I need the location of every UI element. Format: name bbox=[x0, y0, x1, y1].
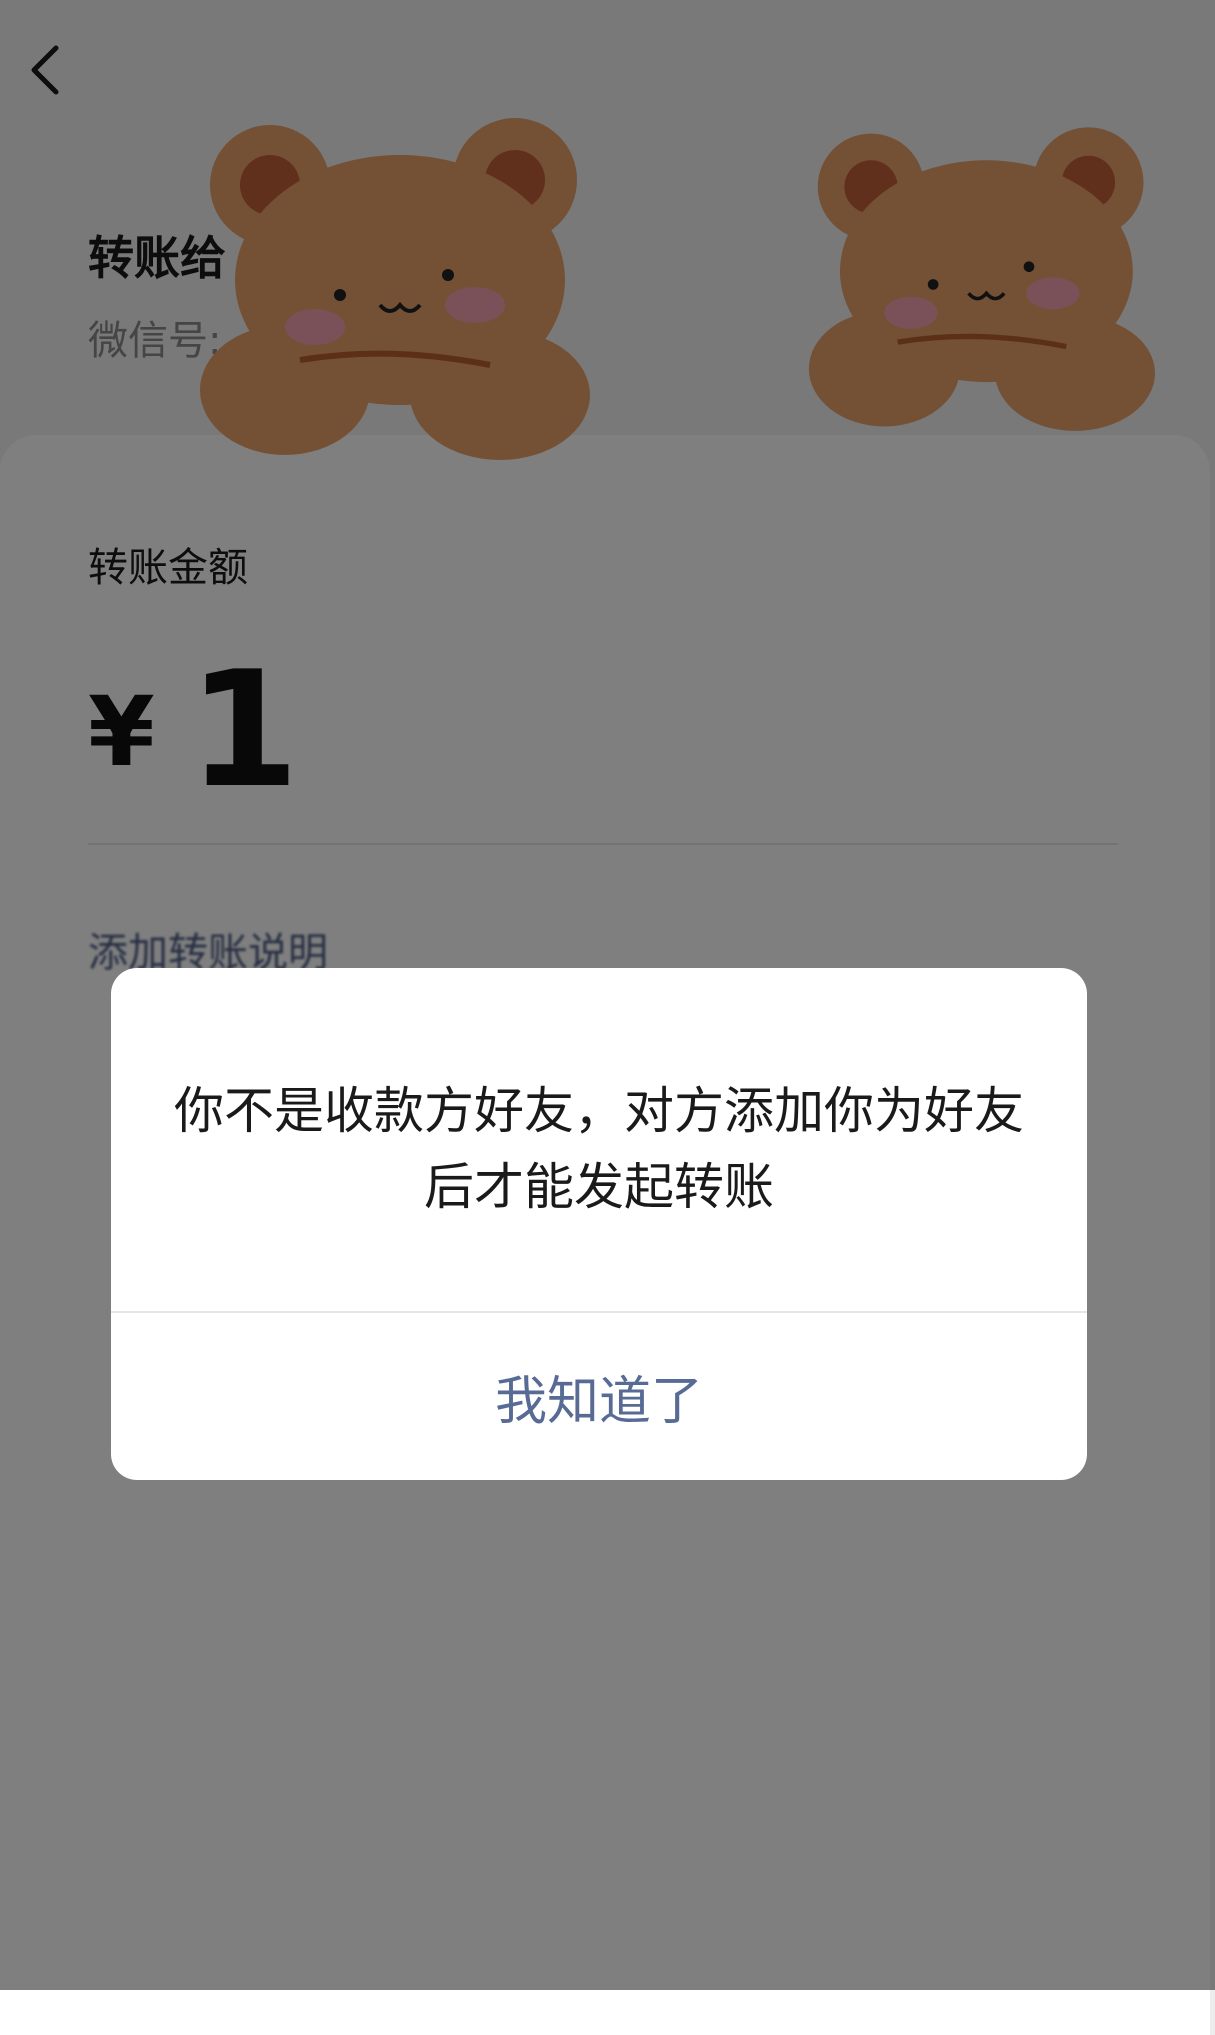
confirm-button[interactable]: 我知道了 bbox=[111, 1313, 1087, 1480]
alert-dialog: 你不是收款方好友，对方添加你为好友后才能发起转账 我知道了 bbox=[111, 968, 1087, 1480]
dialog-message: 你不是收款方好友，对方添加你为好友后才能发起转账 bbox=[174, 1082, 1024, 1216]
